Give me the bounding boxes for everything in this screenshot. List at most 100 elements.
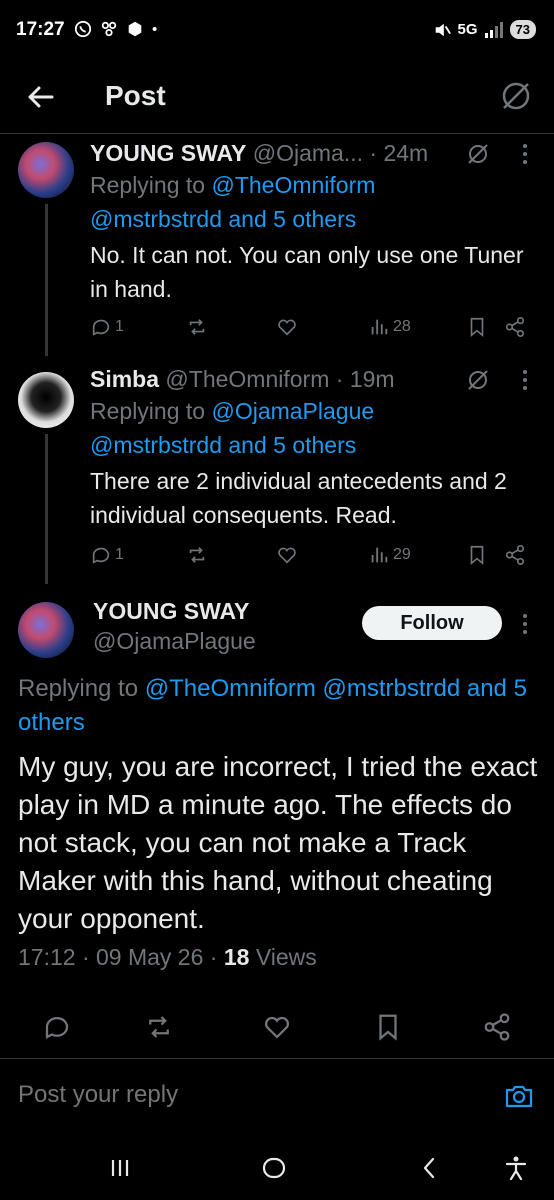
post-text: My guy, you are incorrect, I tried the e…: [18, 751, 538, 934]
reply-button[interactable]: 1: [90, 316, 124, 338]
like-button[interactable]: [276, 544, 298, 566]
post-timestamp: 17:12 · 09 May 26 ·: [18, 944, 224, 970]
analytics-icon: [371, 319, 388, 335]
notification-icons: •: [74, 20, 157, 38]
bookmark-icon: [470, 545, 484, 566]
thread-line: [45, 434, 48, 584]
reply-input[interactable]: [18, 1081, 458, 1109]
reply-2[interactable]: Simba @TheOmniform · 19m Replying to @Oj…: [0, 362, 554, 592]
repost-button[interactable]: [186, 544, 208, 566]
back-arrow-icon[interactable]: [24, 80, 58, 114]
repost-icon: [189, 547, 205, 563]
accessibility-icon[interactable]: [502, 1154, 530, 1182]
replying-to: Replying to @OjamaPlague @mstrbstrdd and…: [90, 394, 374, 462]
more-options-icon[interactable]: [515, 142, 535, 166]
system-nav-bar: [0, 1134, 554, 1200]
status-bar: 17:27 • 5G 73: [0, 0, 554, 64]
avatar[interactable]: [18, 372, 74, 428]
replying-prefix: Replying to: [90, 172, 212, 198]
recent-apps-icon[interactable]: [106, 1154, 134, 1182]
share-icon[interactable]: [482, 1012, 512, 1042]
author-name[interactable]: YOUNG SWAY: [90, 140, 246, 166]
views-count[interactable]: 18: [224, 944, 250, 970]
view-count: 29: [393, 546, 411, 563]
mute-icon: [435, 23, 451, 36]
post-time: · 24m: [369, 140, 429, 166]
share-button[interactable]: [504, 316, 526, 338]
page-title: Post: [105, 80, 166, 111]
heart-icon: [278, 319, 296, 336]
reply-count: 1: [115, 546, 124, 563]
mention-link[interactable]: @mstrbstrdd and 5 others: [90, 432, 356, 458]
follow-button[interactable]: Follow: [362, 606, 502, 640]
reply-1[interactable]: YOUNG SWAY @Ojama... · 24m Replying to @…: [0, 134, 554, 356]
replying-prefix: Replying to: [18, 675, 145, 702]
author-handle[interactable]: @OjamaPlague: [93, 628, 256, 655]
replying-to: Replying to @TheOmniform @mstrbstrdd and…: [90, 168, 375, 236]
bookmark-icon[interactable]: [373, 1012, 403, 1042]
avatar[interactable]: [18, 602, 74, 658]
reply-composer: [0, 1058, 554, 1134]
action-bar: 1 29: [90, 544, 530, 570]
battery-indicator: 73: [509, 20, 536, 39]
bookmark-button[interactable]: [466, 316, 488, 338]
views-label: Views: [249, 944, 317, 970]
author-name[interactable]: YOUNG SWAY: [93, 598, 249, 625]
share-button[interactable]: [504, 544, 526, 566]
action-bar: 1 28: [90, 316, 530, 342]
mention-link[interactable]: @OjamaPlague: [211, 398, 374, 424]
comment-icon[interactable]: [42, 1012, 72, 1042]
whatsapp-icon: [74, 20, 92, 38]
reply-header: YOUNG SWAY @Ojama... · 24m: [90, 140, 428, 167]
share-icon: [505, 545, 525, 565]
mention-link[interactable]: @mstrbstrdd and 5 others: [90, 206, 356, 232]
repost-button[interactable]: [186, 316, 208, 338]
thread-line: [45, 204, 48, 356]
nav-back-icon[interactable]: [416, 1154, 444, 1182]
reply-text: There are 2 individual antecedents and 2…: [90, 468, 507, 528]
views-button[interactable]: 29: [368, 544, 411, 566]
comment-icon: [92, 547, 110, 564]
author-handle[interactable]: @Ojama...: [253, 140, 363, 166]
status-time: 17:27: [16, 19, 65, 40]
reply-text: No. It can not. You can only use one Tun…: [90, 242, 524, 302]
bookmark-button[interactable]: [466, 544, 488, 566]
heart-icon[interactable]: [262, 1012, 292, 1042]
network-type: 5G: [457, 21, 478, 38]
reply-count: 1: [115, 318, 124, 335]
home-icon[interactable]: [260, 1154, 288, 1182]
bookmark-icon: [470, 317, 484, 338]
replying-prefix: Replying to: [90, 398, 212, 424]
camera-icon[interactable]: [504, 1081, 534, 1111]
mention-link[interactable]: @TheOmniform: [211, 172, 375, 198]
repost-icon: [189, 319, 205, 335]
repost-icon[interactable]: [144, 1012, 174, 1042]
post-time: · 19m: [335, 366, 395, 392]
post-meta: 17:12 · 09 May 26 · 18 Views: [18, 944, 317, 971]
grok-icon[interactable]: [498, 78, 534, 114]
views-button[interactable]: 28: [368, 316, 411, 338]
reply-button[interactable]: 1: [90, 544, 124, 566]
grok-icon[interactable]: [466, 142, 490, 166]
avatar[interactable]: [18, 142, 74, 198]
heart-icon: [278, 547, 296, 564]
grok-icon[interactable]: [466, 368, 490, 392]
more-options-icon[interactable]: [515, 612, 535, 636]
signal-icon: [484, 21, 503, 38]
dot-icon: •: [152, 20, 158, 38]
analytics-icon: [371, 547, 388, 563]
main-action-bar: [0, 1012, 554, 1046]
header: Post: [0, 64, 554, 134]
reply-header: Simba @TheOmniform · 19m: [90, 366, 395, 393]
comment-icon: [92, 319, 110, 336]
view-count: 28: [393, 318, 411, 335]
box-notification-icon: [128, 21, 142, 37]
author-name[interactable]: Simba: [90, 366, 159, 392]
like-button[interactable]: [276, 316, 298, 338]
author-handle[interactable]: @TheOmniform: [165, 366, 329, 392]
share-icon: [505, 317, 525, 337]
main-post: YOUNG SWAY @OjamaPlague Follow Replying …: [0, 592, 554, 1058]
app-notification-icon: [101, 21, 117, 37]
system-icons: 5G 73: [433, 20, 536, 39]
more-options-icon[interactable]: [515, 368, 535, 392]
